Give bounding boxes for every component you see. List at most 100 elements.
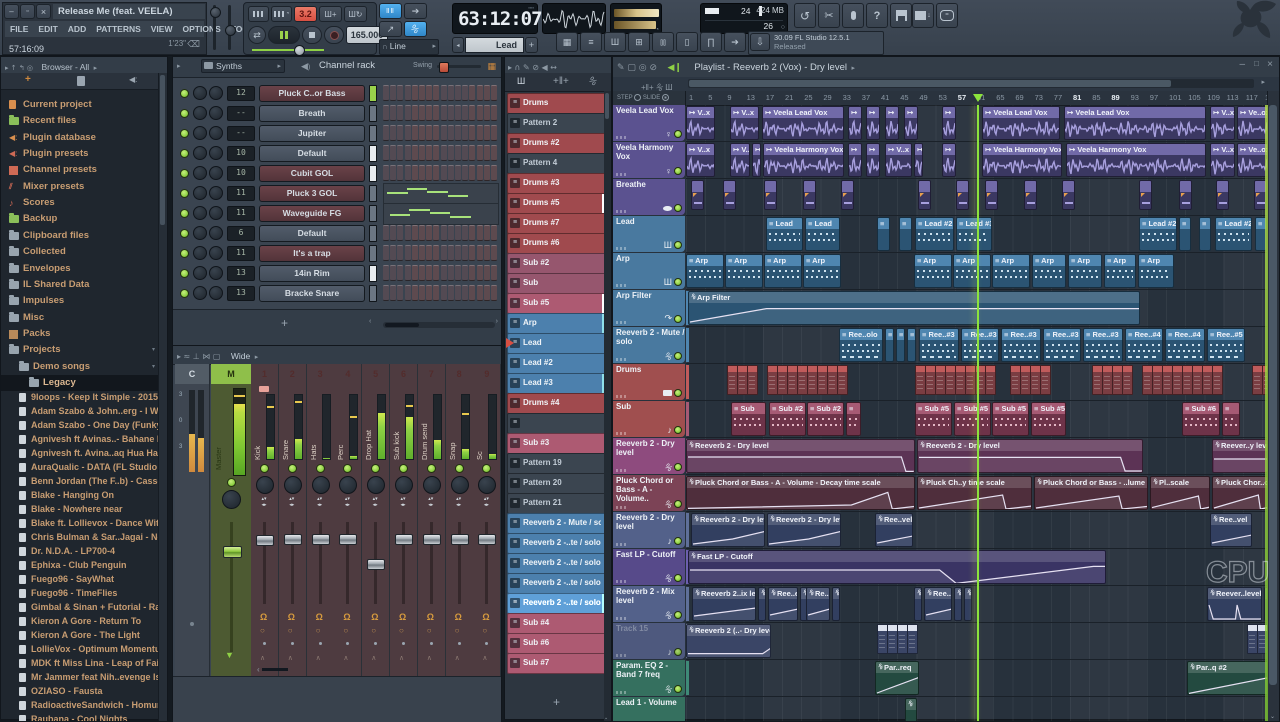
- track-led[interactable]: [674, 204, 682, 212]
- channel-button-waveguide-fg[interactable]: Waveguide FG: [259, 205, 365, 222]
- step-cell[interactable]: [469, 225, 475, 241]
- strip-fader-handle[interactable]: [367, 559, 385, 570]
- strip-link-icon[interactable]: ∧: [288, 654, 293, 662]
- channel-target-display[interactable]: 6: [227, 226, 255, 241]
- step-cell[interactable]: [491, 165, 497, 181]
- browser-item-legacy[interactable]: Legacy: [1, 375, 161, 391]
- browser-file-item[interactable]: RadioactiveSandwich - Homunculus: [1, 699, 161, 713]
- step-cell[interactable]: [469, 125, 475, 141]
- tab-auto-icon[interactable]: %: [587, 75, 600, 88]
- browser-item-channel-presets[interactable]: Channel presets: [1, 162, 161, 178]
- step-cell[interactable]: [455, 105, 461, 121]
- step-cell[interactable]: [441, 125, 447, 141]
- strip-fx-icon[interactable]: Ω: [455, 612, 462, 622]
- channel-pan-knob[interactable]: [193, 186, 207, 200]
- tab-steps-icon[interactable]: +‖+: [553, 76, 569, 87]
- channel-target-display[interactable]: 11: [227, 246, 255, 261]
- clip-small[interactable]: %: [832, 587, 840, 621]
- clip-arp[interactable]: ≡ Arp: [1032, 254, 1066, 288]
- channel-rack-title[interactable]: Channel rack: [319, 60, 375, 71]
- clip-small[interactable]: [691, 180, 704, 210]
- pattern-tools-icons[interactable]: ▸ ∩ ✎ ⊘ ◀ ↔: [505, 63, 557, 72]
- step-cell[interactable]: [462, 125, 468, 141]
- browser-item-il-shared-data[interactable]: IL Shared Data: [1, 277, 161, 293]
- pattern-item-pattern-2[interactable]: ≡Pattern 2: [507, 113, 606, 134]
- track-header-reeverb-2-dry-level[interactable]: Reeverb 2 - Dry level♪: [613, 512, 685, 548]
- clip-ree-el[interactable]: Ree..el%: [924, 587, 952, 621]
- clip-reeverb-2-dry-level[interactable]: Reeverb 2 - Dry level%: [767, 513, 841, 547]
- channel-volume-knob[interactable]: [209, 106, 223, 120]
- strip-fader-handle[interactable]: [395, 534, 413, 545]
- step-cell[interactable]: [390, 85, 396, 101]
- clip-lead-3[interactable]: ≡ Lead #3: [956, 217, 992, 251]
- browser-item-recent-files[interactable]: Recent files: [1, 113, 161, 129]
- track-header-reeverb-2-mix-level[interactable]: Reeverb 2 - Mix level%: [613, 586, 685, 622]
- clip-small[interactable]: %: [758, 587, 766, 621]
- metronome-icon[interactable]: Ш+: [319, 6, 342, 22]
- browser-file-item[interactable]: Agnivesh ft Avinas..- Bahane Bana Kar: [1, 433, 161, 447]
- step-cell[interactable]: [491, 285, 497, 301]
- step-cell[interactable]: [484, 85, 490, 101]
- step-cell[interactable]: [419, 145, 425, 161]
- browser-nav-icons[interactable]: ▸ ↑ ↰ ◎: [1, 64, 33, 72]
- clip-ve-ox[interactable]: ↦ Ve..ox: [1237, 143, 1268, 177]
- browser-file-item[interactable]: OZIASO - Fausta: [1, 685, 161, 699]
- track-led[interactable]: [674, 426, 682, 434]
- browser-item-collected[interactable]: Collected: [1, 244, 161, 260]
- step-cell[interactable]: [412, 225, 418, 241]
- clip-small[interactable]: ≡: [885, 328, 894, 362]
- step-cell[interactable]: [383, 125, 389, 141]
- channel-keyboard-strip[interactable]: [369, 125, 377, 142]
- link-tool-icon[interactable]: %: [404, 21, 427, 37]
- step-cell[interactable]: [433, 265, 439, 281]
- pattern-item-pattern-19[interactable]: ≡Pattern 19: [507, 453, 606, 474]
- clip-small[interactable]: ↦: [904, 106, 918, 140]
- channel-pan-knob[interactable]: [193, 266, 207, 280]
- strip-fader-handle[interactable]: [423, 534, 441, 545]
- step-cell[interactable]: [448, 145, 454, 161]
- clip-v-x[interactable]: ↦ V..x: [686, 106, 715, 140]
- channel-target-display[interactable]: 13: [227, 266, 255, 281]
- channel-pan-knob[interactable]: [193, 106, 207, 120]
- toggle-touch-icon[interactable]: ➔: [724, 32, 746, 52]
- step-cell[interactable]: [405, 165, 411, 181]
- browser-file-item[interactable]: Kieron A Gore - The Light: [1, 629, 161, 643]
- step-cell[interactable]: [462, 105, 468, 121]
- clip-ree-el[interactable]: Ree..el%: [768, 587, 798, 621]
- channel-enable-led[interactable]: [180, 249, 189, 258]
- clip-reever-y-level[interactable]: Reever..y level%: [1212, 439, 1268, 473]
- rack-grid-icon[interactable]: ▦: [487, 61, 496, 72]
- step-cell[interactable]: [477, 285, 483, 301]
- toggle-project-notes-icon[interactable]: ▯: [676, 32, 698, 52]
- step-cell[interactable]: [491, 245, 497, 261]
- step-cell[interactable]: [491, 265, 497, 281]
- step-cell[interactable]: [455, 85, 461, 101]
- clip-par-q-2[interactable]: Par..q #2%: [1187, 661, 1270, 695]
- step-cell[interactable]: [419, 225, 425, 241]
- pattern-cell-clip[interactable]: [985, 365, 996, 395]
- channel-enable-led[interactable]: [180, 229, 189, 238]
- strip-fx-icon[interactable]: Ω: [482, 612, 489, 622]
- step-cell[interactable]: [455, 285, 461, 301]
- toggle-mixer-icon[interactable]: ⫾⫾: [652, 32, 674, 52]
- step-cell[interactable]: [448, 85, 454, 101]
- step-cell[interactable]: [405, 265, 411, 281]
- step-cell[interactable]: [405, 225, 411, 241]
- channel-button-cubit-gol[interactable]: Cubit GOL: [259, 165, 365, 182]
- step-cell[interactable]: [383, 265, 389, 281]
- clip-v-x[interactable]: ↦ V..x: [1210, 106, 1235, 140]
- clip-reeverb-2-dry-level[interactable]: Reeverb 2 - Dry level%: [691, 513, 765, 547]
- playlist-hscrollbar[interactable]: [688, 79, 1254, 88]
- strip-fader-handle[interactable]: [339, 534, 357, 545]
- channel-volume-knob[interactable]: [209, 186, 223, 200]
- track-header-arp-filter[interactable]: Arp Filter↷: [613, 290, 685, 326]
- clip-sub-6[interactable]: ≡ Sub #6: [1182, 402, 1220, 436]
- master-fader-handle[interactable]: [223, 546, 242, 558]
- step-cell[interactable]: [433, 245, 439, 261]
- track-led[interactable]: [674, 315, 682, 323]
- browser-file-item[interactable]: MDK ft Miss Lina - Leap of Faith: [1, 657, 161, 671]
- step-cell[interactable]: [397, 85, 403, 101]
- browser-file-item[interactable]: Mr Jammer feat Nih..evenge Is sweet: [1, 671, 161, 685]
- strip-clock-icon[interactable]: ○: [343, 626, 348, 635]
- clip-small[interactable]: ≡: [896, 328, 905, 362]
